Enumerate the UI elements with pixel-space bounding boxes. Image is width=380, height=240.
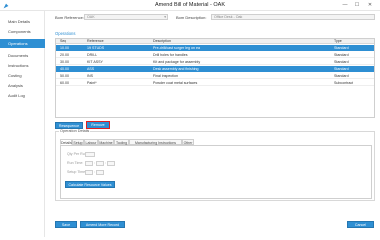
sidebar-item-audit-log[interactable]: Audit Log xyxy=(0,91,45,100)
save-button[interactable]: Save xyxy=(55,221,77,228)
row-type: Standard xyxy=(334,53,349,57)
operation-details-panel: Operation Details Details Setup Labour M… xyxy=(55,129,375,201)
row-description: Desk assembly and finishing xyxy=(153,67,199,71)
row-type: Subcontract xyxy=(334,81,354,85)
time-separator: : xyxy=(105,160,107,165)
details-tab-panel: Qty Per Run: Run Time: : : Setup Time: :… xyxy=(60,145,372,199)
table-row[interactable]: 60.00 Paint* Powder coat metal surfaces … xyxy=(56,80,374,86)
bom-reference-select[interactable]: OAK ▾ xyxy=(84,14,168,20)
sidebar-item-main-details[interactable]: Main Details xyxy=(0,17,45,26)
row-type: Standard xyxy=(334,46,349,50)
sidebar-item-components[interactable]: Components xyxy=(0,27,45,36)
operations-grid[interactable]: Seq Reference Description Type 10.00 19 … xyxy=(55,38,375,118)
row-reference: Paint* xyxy=(87,81,97,85)
chevron-down-icon: ▾ xyxy=(164,15,166,19)
table-row[interactable]: 40.00 ASS Desk assembly and finishing St… xyxy=(56,66,374,72)
setup-time-minutes-field[interactable] xyxy=(96,170,104,175)
time-separator: : xyxy=(94,160,96,165)
row-seq: 20.00 xyxy=(60,53,69,57)
calculate-resource-values-button[interactable]: Calculate Resource Values xyxy=(65,181,115,188)
row-type: Standard xyxy=(334,74,349,78)
row-description: Drill holes for handles xyxy=(153,53,188,57)
row-description: Final inspection xyxy=(153,74,178,78)
column-header-reference[interactable]: Reference xyxy=(87,38,104,44)
sidebar-item-costing[interactable]: Costing xyxy=(0,71,45,80)
remove-button[interactable]: Remove xyxy=(86,121,110,129)
row-type: Standard xyxy=(334,67,349,71)
bom-reference-value: OAK xyxy=(87,15,95,19)
cancel-button[interactable]: Cancel xyxy=(347,221,374,228)
row-description: Kit and package for assembly xyxy=(153,60,201,64)
column-header-description[interactable]: Description xyxy=(153,38,171,44)
grid-header: Seq Reference Description Type xyxy=(56,39,374,44)
amend-more-record-button[interactable]: Amend More Record xyxy=(80,221,125,228)
sidebar-item-operations[interactable]: Operations xyxy=(0,39,45,48)
column-header-seq[interactable]: Seq xyxy=(60,38,66,44)
sidebar-item-documents[interactable]: Documents xyxy=(0,51,45,60)
row-reference: ASS xyxy=(87,67,95,71)
bom-description-field[interactable]: Office Desk - Oak xyxy=(211,14,375,20)
title-bar: Amend Bill of Material - OAK — ☐ ✕ xyxy=(0,0,380,11)
run-time-hours-field[interactable] xyxy=(85,161,93,166)
row-reference: DRILL xyxy=(87,53,98,57)
operations-section-label: Operations xyxy=(55,31,76,36)
sidebar-item-analysis[interactable]: Analysis xyxy=(0,81,45,90)
row-seq: 60.00 xyxy=(60,81,69,85)
maximize-button[interactable]: ☐ xyxy=(352,1,362,9)
row-reference: 19 STUDS xyxy=(87,46,105,50)
row-seq: 30.00 xyxy=(60,60,69,64)
sidebar-item-instructions[interactable]: Instructions xyxy=(0,61,45,70)
qty-per-run-field[interactable] xyxy=(85,152,95,157)
column-header-type[interactable]: Type xyxy=(334,38,342,44)
row-seq: 50.00 xyxy=(60,74,69,78)
table-row[interactable]: 50.00 INS Final inspection Standard xyxy=(56,73,374,79)
operation-details-title: Operation Details xyxy=(59,129,91,133)
window-title: Amend Bill of Material - OAK xyxy=(155,2,225,8)
resequence-button[interactable]: Resequence xyxy=(55,122,83,129)
table-row[interactable]: 30.00 KIT ASSY Kit and package for assem… xyxy=(56,59,374,65)
row-description: Powder coat metal surfaces xyxy=(153,81,198,85)
close-button[interactable]: ✕ xyxy=(365,1,375,9)
row-seq: 10.00 xyxy=(60,46,69,50)
run-time-seconds-field[interactable] xyxy=(107,161,115,166)
setup-time-hours-field[interactable] xyxy=(85,170,93,175)
minimize-button[interactable]: — xyxy=(340,1,350,9)
row-description: Pre-drill/cast surger leg on ea xyxy=(153,46,200,50)
bom-reference-label: Bom Reference: xyxy=(55,15,84,20)
time-separator: : xyxy=(94,169,96,174)
run-time-label: Run Time: xyxy=(67,161,84,165)
row-reference: KIT ASSY xyxy=(87,60,103,64)
sidebar: Main Details Components Operations Docum… xyxy=(0,11,45,237)
bom-description-label: Bom Description: xyxy=(176,15,207,20)
table-row[interactable]: 20.00 DRILL Drill holes for handles Stan… xyxy=(56,52,374,58)
row-type: Standard xyxy=(334,60,349,64)
row-reference: INS xyxy=(87,74,93,78)
run-time-minutes-field[interactable] xyxy=(96,161,104,166)
table-row[interactable]: 10.00 19 STUDS Pre-drill/cast surger leg… xyxy=(56,45,374,51)
row-seq: 40.00 xyxy=(60,67,69,71)
setup-time-label: Setup Time: xyxy=(67,170,87,174)
